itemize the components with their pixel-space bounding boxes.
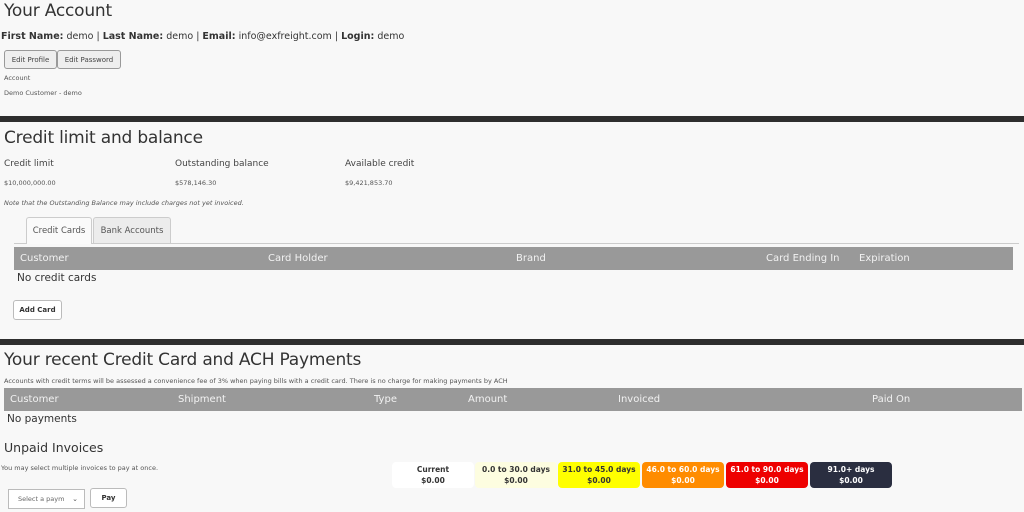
unpaid-invoices-note: You may select multiple invoices to pay …	[1, 464, 159, 472]
login-label: Login:	[341, 31, 375, 42]
col-card-holder: Card Holder	[268, 253, 328, 264]
first-name-label: First Name:	[1, 31, 64, 42]
tab-bank-accounts[interactable]: Bank Accounts	[93, 217, 171, 243]
payment-method-select[interactable]: Select a paym ⌄	[8, 489, 85, 509]
payments-table-header: Customer Shipment Type Amount Invoiced P…	[4, 388, 1022, 411]
aging-bucket: 31.0 to 45.0 days $0.00	[558, 462, 640, 488]
aging-bucket-amount: $0.00	[671, 476, 695, 485]
outstanding-balance-value: $578,146.30	[175, 179, 217, 187]
section-divider	[0, 116, 1024, 122]
credit-limit-label: Credit limit	[4, 159, 54, 169]
available-credit-label: Available credit	[345, 159, 415, 169]
col-brand: Brand	[516, 253, 546, 264]
no-credit-cards-text: No credit cards	[17, 272, 97, 284]
aging-bucket-amount: $0.00	[839, 476, 863, 485]
last-name-label: Last Name:	[102, 31, 164, 42]
available-credit-value: $9,421,853.70	[345, 179, 393, 187]
no-payments-text: No payments	[7, 413, 77, 425]
col-amount: Amount	[468, 394, 508, 405]
email-label: Email:	[202, 31, 236, 42]
col-expiration: Expiration	[859, 253, 910, 264]
first-name-value: demo	[66, 31, 94, 42]
account-title: Your Account	[4, 1, 112, 21]
payment-method-select-value: Select a paym	[18, 495, 65, 503]
col-type: Type	[374, 394, 397, 405]
last-name-value: demo	[166, 31, 194, 42]
separator: |	[334, 31, 339, 42]
outstanding-balance-label: Outstanding balance	[175, 159, 269, 169]
col-paid-on: Paid On	[872, 394, 911, 405]
login-value: demo	[377, 31, 405, 42]
credit-limit-value: $10,000,000.00	[4, 179, 56, 187]
add-card-button[interactable]: Add Card	[13, 300, 62, 320]
separator: |	[196, 31, 200, 42]
aging-bucket: 61.0 to 90.0 days $0.00	[726, 462, 808, 488]
edit-password-button[interactable]: Edit Password	[57, 50, 121, 69]
aging-bucket: 46.0 to 60.0 days $0.00	[642, 462, 724, 488]
aging-bucket-amount: $0.00	[755, 476, 779, 485]
tab-credit-cards[interactable]: Credit Cards	[26, 217, 92, 244]
email-value: info@exfreight.com	[238, 31, 332, 42]
aging-bucket-label: 61.0 to 90.0 days	[730, 465, 804, 474]
credit-title: Credit limit and balance	[4, 128, 203, 148]
pay-button[interactable]: Pay	[90, 488, 127, 508]
account-label: Account	[4, 74, 31, 82]
col-invoiced: Invoiced	[618, 394, 661, 405]
col-shipment: Shipment	[178, 394, 226, 405]
aging-bucket-amount: $0.00	[421, 476, 445, 485]
aging-bucket: 91.0+ days $0.00	[810, 462, 892, 488]
payments-title: Your recent Credit Card and ACH Payments	[4, 350, 362, 370]
aging-bucket-label: 31.0 to 45.0 days	[562, 465, 636, 474]
col-customer: Customer	[10, 394, 59, 405]
aging-bucket-label: 0.0 to 30.0 days	[482, 465, 550, 474]
separator: |	[96, 31, 100, 42]
aging-bucket-amount: $0.00	[504, 476, 528, 485]
col-card-ending-in: Card Ending In	[766, 253, 840, 264]
aging-bucket: Current $0.00	[392, 462, 474, 488]
tab-underline	[14, 243, 1019, 244]
aging-bucket-label: 46.0 to 60.0 days	[646, 465, 720, 474]
account-value: Demo Customer - demo	[4, 89, 82, 97]
aging-bucket-label: Current	[416, 465, 450, 474]
aging-bucket-amount: $0.00	[587, 476, 611, 485]
col-customer: Customer	[20, 253, 69, 264]
aging-bucket-label: 91.0+ days	[827, 465, 875, 474]
chevron-down-icon: ⌄	[72, 495, 78, 503]
edit-profile-button[interactable]: Edit Profile	[4, 50, 57, 69]
section-divider	[0, 339, 1024, 345]
outstanding-note: Note that the Outstanding Balance may in…	[4, 199, 244, 207]
account-meta: First Name: demo | Last Name: demo | Ema…	[1, 31, 404, 42]
payments-fee-note: Accounts with credit terms will be asses…	[4, 377, 508, 385]
aging-bucket: 0.0 to 30.0 days $0.00	[475, 462, 557, 488]
unpaid-invoices-title: Unpaid Invoices	[4, 440, 104, 455]
cards-table-header: Customer Card Holder Brand Card Ending I…	[14, 247, 1013, 270]
